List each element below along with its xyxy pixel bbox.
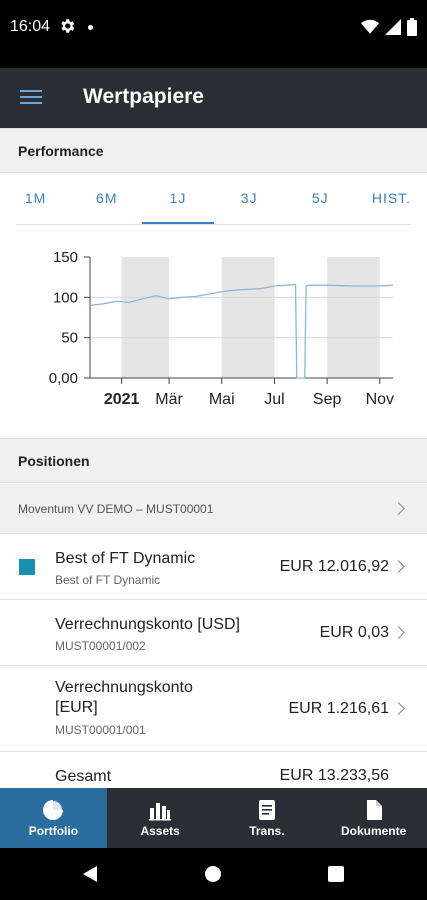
- app-bar: Wertpapiere: [0, 68, 427, 128]
- pie-chart-icon: [43, 799, 64, 820]
- position-name: Best of FT Dynamic: [55, 550, 196, 567]
- home-icon[interactable]: [204, 865, 222, 883]
- recents-icon[interactable]: [328, 866, 344, 882]
- chevron-right-icon: [392, 702, 405, 715]
- position-row[interactable]: Verrechnungskonto [USD] MUST00001/002 EU…: [0, 600, 427, 666]
- chart-x-tick-label: Jul: [264, 391, 284, 408]
- tab-1m[interactable]: 1M: [0, 173, 71, 225]
- chevron-right-icon: [392, 626, 405, 639]
- signal-icon: [385, 19, 401, 35]
- tab-5j[interactable]: 5J: [285, 173, 356, 225]
- bar-chart-icon: [149, 802, 172, 820]
- tab-1j[interactable]: 1J: [142, 173, 214, 225]
- menu-icon[interactable]: [20, 90, 42, 106]
- bottom-navigation: Portfolio Assets Trans. Dokumente: [0, 788, 427, 848]
- chart-shade-band: [221, 257, 275, 378]
- status-bar: 16:04: [0, 0, 427, 68]
- position-row[interactable]: Best of FT Dynamic Best of FT Dynamic EU…: [0, 534, 427, 600]
- total-row: Gesamt EUR 13.233,56: [0, 752, 427, 788]
- chart-y-tick-label: 150: [53, 249, 78, 266]
- battery-icon: [407, 18, 417, 36]
- nav-assets[interactable]: Assets: [107, 788, 214, 848]
- chart-y-tick-label: 50: [61, 330, 78, 347]
- position-name: Verrechnungskonto [USD]: [55, 616, 240, 633]
- chart-shade-band: [327, 257, 380, 378]
- receipt-icon: [258, 799, 275, 820]
- nav-documents[interactable]: Dokumente: [320, 788, 427, 848]
- tab-hist[interactable]: HIST.: [356, 173, 427, 225]
- nav-documents-label: Dokumente: [340, 823, 407, 838]
- nav-portfolio-label: Portfolio: [28, 823, 79, 838]
- chart-y-tick-label: 100: [53, 289, 78, 306]
- total-amount: EUR 13.233,56: [279, 767, 389, 784]
- nav-transactions[interactable]: Trans.: [214, 788, 321, 848]
- nav-portfolio[interactable]: Portfolio: [0, 788, 107, 848]
- position-amount: EUR 1.216,61: [288, 700, 389, 717]
- performance-header: Performance: [0, 128, 427, 173]
- notification-dot: [88, 25, 93, 30]
- portfolio-row[interactable]: Moventum VV DEMO – MUST00001: [0, 484, 427, 534]
- chevron-right-icon: [392, 502, 405, 515]
- chart-x-tick-label: Nov: [366, 391, 394, 408]
- positions-header: Positionen: [0, 438, 427, 483]
- position-amount: EUR 0,03: [319, 624, 389, 641]
- total-label: Gesamt: [55, 768, 112, 785]
- back-icon[interactable]: [81, 865, 99, 883]
- system-navigation-bar: [0, 848, 427, 900]
- position-sub: Best of FT Dynamic: [55, 573, 161, 587]
- chart-y-tick-label: 0,00: [49, 370, 78, 387]
- position-name: Verrechnungskonto [EUR]: [55, 679, 193, 716]
- chart-x-tick-label: 2021: [104, 391, 140, 408]
- wifi-icon: [361, 19, 379, 34]
- nav-assets-label: Assets: [140, 823, 180, 838]
- chart-x-tick-label: Mai: [209, 391, 235, 408]
- position-color-square: [19, 559, 35, 575]
- portfolio-label: Moventum VV DEMO – MUST00001: [18, 501, 214, 516]
- position-amount: EUR 12.016,92: [279, 558, 389, 575]
- performance-chart[interactable]: 150 100 50 0,00 2021 Mär Mai Jul Sep Nov: [0, 225, 427, 439]
- position-sub: MUST00001/001: [55, 723, 146, 737]
- chart-x-tick-label: Sep: [313, 391, 342, 408]
- chart-shade-band: [121, 257, 170, 378]
- nav-transactions-label: Trans.: [249, 823, 285, 838]
- position-sub: MUST00001/002: [55, 639, 146, 653]
- status-time: 16:04: [10, 18, 51, 35]
- tab-3j[interactable]: 3J: [214, 173, 285, 225]
- period-tabs: 1M 6M 1J 3J 5J HIST.: [0, 173, 427, 225]
- gear-icon: [61, 19, 75, 33]
- document-icon: [366, 799, 382, 820]
- chevron-right-icon: [392, 560, 405, 573]
- position-row[interactable]: Verrechnungskonto [EUR] MUST00001/001 EU…: [0, 666, 427, 752]
- page-title: Wertpapiere: [83, 85, 204, 108]
- main-content[interactable]: Performance 1M 6M 1J 3J 5J HIST. 150 100 5…: [0, 128, 427, 788]
- tab-6m[interactable]: 6M: [71, 173, 142, 225]
- chart-x-tick-label: Mär: [155, 391, 183, 408]
